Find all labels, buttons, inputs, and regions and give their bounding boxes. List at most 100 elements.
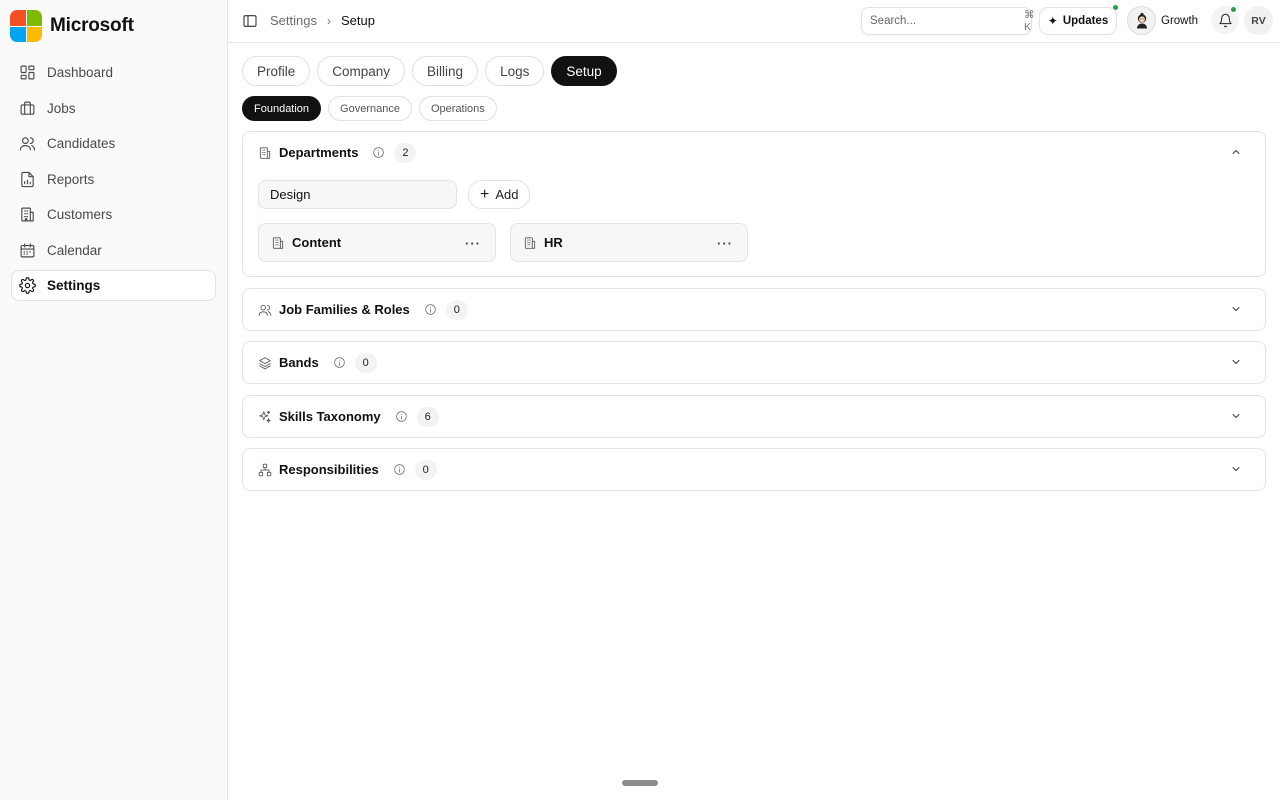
topbar: Settings › Setup ⌘ K ✦ Updates Growth RV	[228, 0, 1280, 43]
search-shortcut: ⌘ K	[1024, 9, 1035, 33]
responsibilities-header[interactable]: Responsibilities 0	[243, 449, 1265, 490]
layers-icon	[258, 356, 272, 370]
sparkles-icon	[258, 410, 272, 424]
bell-icon	[1218, 13, 1233, 28]
gear-icon	[19, 277, 36, 294]
notification-indicator-dot	[1230, 6, 1237, 13]
section-title: Responsibilities	[279, 462, 379, 477]
users-icon	[19, 135, 36, 152]
scroll-handle[interactable]	[622, 780, 658, 786]
sidebar-item-calendar[interactable]: Calendar	[11, 235, 216, 266]
department-card[interactable]: HR ···	[510, 223, 748, 262]
section-title: Job Families & Roles	[279, 302, 410, 317]
settings-tabs: Profile Company Billing Logs Setup	[242, 56, 617, 86]
chevron-down-icon[interactable]	[1230, 356, 1242, 368]
add-label: Add	[495, 187, 519, 202]
workspace-avatar	[1127, 6, 1156, 35]
count-badge: 0	[354, 352, 377, 373]
skills-taxonomy-header[interactable]: Skills Taxonomy 6	[243, 396, 1265, 437]
setup-subtabs: Foundation Governance Operations	[242, 96, 497, 121]
dashboard-icon	[19, 64, 36, 81]
tab-profile[interactable]: Profile	[242, 56, 311, 86]
chevron-up-icon[interactable]	[1230, 146, 1242, 158]
department-list: Content ··· HR ···	[258, 223, 1250, 262]
info-icon[interactable]	[424, 303, 437, 316]
workspace-switcher[interactable]: Growth	[1127, 6, 1198, 35]
departments-section: Departments 2 + Add Content ··· HR ···	[242, 131, 1266, 277]
user-avatar[interactable]: RV	[1244, 6, 1273, 35]
section-title: Departments	[279, 145, 359, 160]
subtab-foundation[interactable]: Foundation	[242, 96, 322, 121]
breadcrumb-setup: Setup	[340, 13, 375, 28]
brand-name: Microsoft	[50, 15, 134, 36]
skills-taxonomy-section: Skills Taxonomy 6	[242, 395, 1266, 438]
chevron-down-icon[interactable]	[1230, 410, 1242, 422]
sidebar-item-settings[interactable]: Settings	[11, 270, 216, 301]
building-icon	[258, 146, 272, 160]
microsoft-logo-icon	[10, 10, 42, 42]
bands-header[interactable]: Bands 0	[243, 342, 1265, 383]
search-box[interactable]: ⌘ K	[861, 7, 1035, 35]
tab-setup[interactable]: Setup	[551, 56, 617, 86]
users-icon	[258, 303, 272, 317]
job-families-section: Job Families & Roles 0	[242, 288, 1266, 331]
tab-billing[interactable]: Billing	[412, 56, 479, 86]
briefcase-icon	[19, 100, 36, 117]
search-input[interactable]	[870, 15, 1024, 27]
responsibilities-section: Responsibilities 0	[242, 448, 1266, 491]
building-icon	[523, 236, 537, 250]
sidebar-item-customers[interactable]: Customers	[11, 199, 216, 230]
sidebar: Microsoft Dashboard Jobs Candidates Repo…	[0, 0, 228, 800]
sidebar-toggle-icon[interactable]	[242, 13, 258, 29]
count-badge: 0	[445, 299, 468, 320]
section-title: Bands	[279, 355, 319, 370]
sidebar-item-candidates[interactable]: Candidates	[11, 128, 216, 159]
updates-label: Updates	[1062, 15, 1109, 27]
workspace-name: Growth	[1161, 14, 1199, 27]
sidebar-item-label: Customers	[47, 207, 113, 222]
department-card[interactable]: Content ···	[258, 223, 496, 262]
brand[interactable]: Microsoft	[10, 10, 134, 42]
subtab-operations[interactable]: Operations	[418, 96, 497, 121]
building-icon	[19, 206, 36, 223]
job-families-header[interactable]: Job Families & Roles 0	[243, 289, 1265, 330]
sidebar-item-dashboard[interactable]: Dashboard	[11, 57, 216, 88]
info-icon[interactable]	[395, 410, 408, 423]
sparkle-icon: ✦	[1047, 14, 1058, 28]
sidebar-item-label: Calendar	[47, 242, 102, 258]
add-department-button[interactable]: + Add	[468, 180, 531, 209]
hierarchy-icon	[258, 463, 272, 477]
sidebar-item-jobs[interactable]: Jobs	[11, 93, 216, 124]
more-options-icon[interactable]: ···	[465, 236, 481, 251]
tab-company[interactable]: Company	[317, 56, 406, 86]
department-name-input[interactable]	[258, 180, 457, 209]
departments-body: + Add Content ··· HR ···	[243, 180, 1265, 276]
add-department-row: + Add	[258, 180, 1250, 209]
report-icon	[19, 171, 36, 188]
info-icon[interactable]	[372, 146, 385, 159]
plus-icon: +	[480, 185, 490, 203]
departments-header[interactable]: Departments 2	[243, 132, 1265, 173]
building-icon	[271, 236, 285, 250]
more-options-icon[interactable]: ···	[717, 236, 733, 251]
info-icon[interactable]	[333, 356, 346, 369]
bands-section: Bands 0	[242, 341, 1266, 384]
sidebar-nav: Dashboard Jobs Candidates Reports Custom…	[11, 57, 216, 306]
calendar-icon	[19, 242, 36, 259]
sidebar-item-label: Candidates	[47, 136, 116, 151]
updates-button[interactable]: ✦ Updates	[1039, 7, 1117, 35]
sidebar-item-label: Settings	[47, 278, 101, 293]
sidebar-item-reports[interactable]: Reports	[11, 164, 216, 195]
sidebar-item-label: Dashboard	[47, 65, 114, 80]
department-name: HR	[544, 235, 563, 250]
info-icon[interactable]	[393, 463, 406, 476]
subtab-governance[interactable]: Governance	[328, 96, 412, 121]
breadcrumb: Settings › Setup	[270, 13, 375, 28]
chevron-down-icon[interactable]	[1230, 463, 1242, 475]
tab-logs[interactable]: Logs	[485, 56, 545, 86]
department-name: Content	[292, 235, 342, 250]
count-badge: 0	[414, 459, 437, 480]
chevron-down-icon[interactable]	[1230, 303, 1242, 315]
breadcrumb-settings[interactable]: Settings	[270, 13, 317, 28]
chevron-right-icon: ›	[326, 13, 331, 28]
